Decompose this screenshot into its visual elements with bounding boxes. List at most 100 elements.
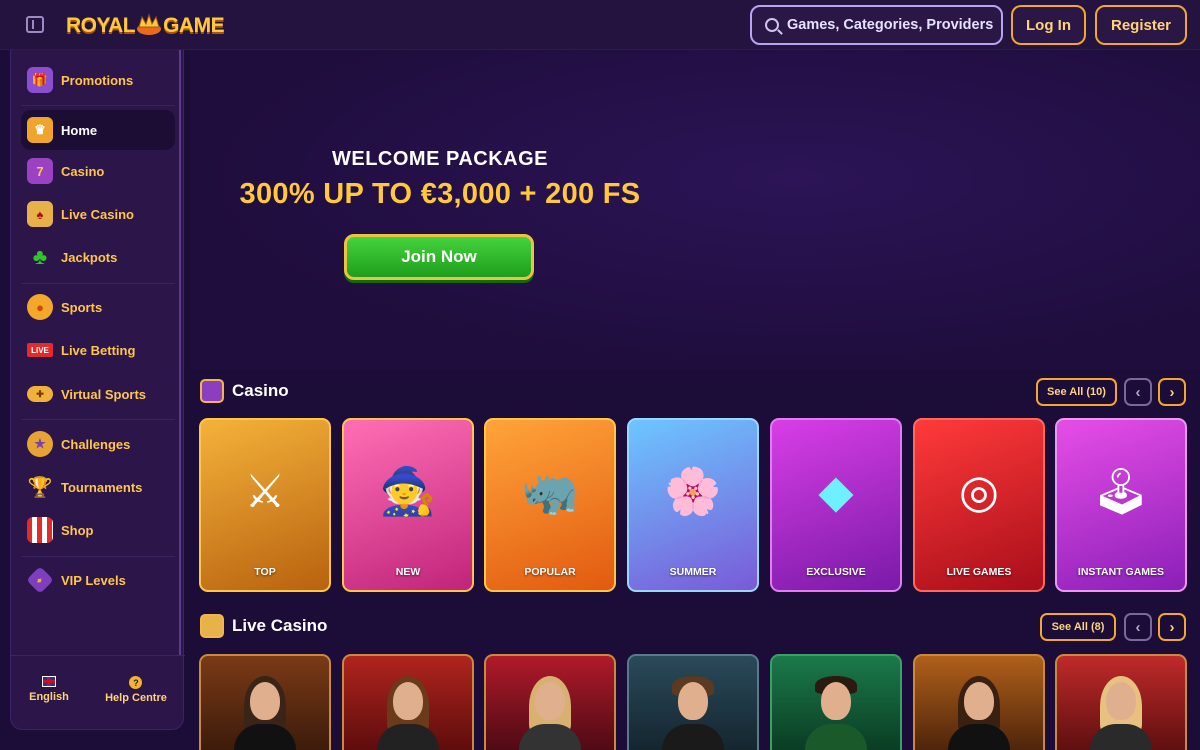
sidebar-item-label: VIP Levels — [61, 572, 126, 588]
section-title: Casino — [232, 381, 289, 400]
category-card-summer[interactable]: 🌸 SUMMER — [627, 418, 759, 592]
join-now-button[interactable]: Join Now — [344, 234, 534, 280]
sidebar-nav: 🎁 Promotions ♛ Home 7 Casino ♠ Live Casi… — [11, 50, 181, 655]
card-label: EXCLUSIVE — [806, 566, 866, 578]
sidebar-item-label: Home — [61, 122, 98, 138]
help-icon: ? — [129, 676, 143, 689]
divider — [21, 283, 175, 284]
live-dealer-card[interactable] — [913, 654, 1045, 750]
banner-title: WELCOME PACKAGE — [331, 148, 548, 170]
card-label: NEW — [395, 566, 421, 578]
category-card-top[interactable]: ⚔ TOP — [199, 418, 331, 592]
sidebar-item-label: Shop — [61, 522, 94, 538]
see-all-label: See All — [1047, 386, 1084, 398]
card-label: INSTANT GAMES — [1077, 566, 1165, 578]
sidebar-item-home[interactable]: ♛ Home — [21, 110, 175, 150]
search-input[interactable] — [787, 17, 997, 33]
search-box[interactable] — [750, 5, 1003, 45]
logo[interactable]: ROYAL GAME — [66, 12, 225, 40]
dealer-image — [805, 674, 867, 750]
card-label: SUMMER — [669, 566, 717, 578]
register-button[interactable]: Register — [1095, 5, 1187, 45]
sidebar-item-live-casino[interactable]: ♠ Live Casino — [21, 194, 175, 234]
sidebar-item-challenges[interactable]: ★ Challenges — [21, 424, 175, 464]
card-label: LIVE GAMES — [946, 566, 1012, 578]
sidebar-toggle-icon[interactable] — [26, 16, 44, 33]
live-dealer-card[interactable] — [342, 654, 474, 750]
sidebar-item-label: Live Betting — [61, 342, 136, 358]
crown-icon — [134, 13, 164, 37]
uk-flag-icon — [41, 676, 56, 687]
chevron-right-icon[interactable]: › — [1158, 613, 1186, 641]
dealer-image — [1090, 674, 1152, 750]
live-dealer-card[interactable] — [770, 654, 902, 750]
sidebar-item-live-betting[interactable]: LIVE Live Betting — [21, 330, 175, 370]
sidebar-item-jackpots[interactable]: ♣ Jackpots — [21, 237, 175, 277]
card-label: TOP — [254, 566, 276, 578]
logo-text-left: ROYAL — [66, 14, 136, 37]
sidebar-item-label: Virtual Sports — [61, 386, 147, 402]
sidebar-item-promotions[interactable]: 🎁 Promotions — [21, 60, 175, 100]
category-card-new[interactable]: 🧙 NEW — [342, 418, 474, 592]
see-all-count: (8) — [1090, 621, 1105, 633]
shop-icon — [27, 517, 53, 543]
login-button[interactable]: Log In — [1011, 5, 1086, 45]
sidebar-item-label: Challenges — [61, 436, 131, 452]
challenges-icon: ★ — [27, 431, 53, 457]
sidebar-item-shop[interactable]: Shop — [21, 510, 175, 550]
slot-machine-icon — [200, 379, 224, 403]
witch-art: 🧙 — [379, 465, 437, 518]
explorer-dwarf-art: ⚔ — [244, 465, 286, 518]
see-all-casino-button[interactable]: See All (10) — [1036, 378, 1117, 406]
language-selector[interactable]: English — [29, 676, 69, 703]
sidebar-item-label: Jackpots — [61, 249, 118, 265]
sidebar-item-label: Casino — [61, 163, 105, 179]
live-dealer-card[interactable] — [1055, 654, 1187, 750]
sidebar-item-sports[interactable]: ● Sports — [21, 287, 175, 327]
sidebar-item-label: Sports — [61, 299, 103, 315]
trophy-icon: 🏆 — [27, 476, 53, 499]
chevron-right-icon[interactable]: › — [1158, 378, 1186, 406]
cards-icon — [200, 614, 224, 638]
help-centre-link[interactable]: ? Help Centre — [105, 676, 167, 704]
sidebar-item-tournaments[interactable]: 🏆 Tournaments — [21, 467, 175, 507]
live-casino-section-header: Live Casino See All (8) ‹ › — [200, 613, 1190, 641]
sidebar-item-casino[interactable]: 7 Casino — [21, 151, 175, 191]
see-all-count: (10) — [1086, 386, 1106, 398]
sidebar-item-label: Promotions — [61, 72, 134, 88]
rhino-art: 🦏 — [521, 465, 579, 518]
welcome-banner: WELCOME PACKAGE 300% UP TO €3,000 + 200 … — [190, 50, 1200, 370]
see-all-label: See All — [1051, 621, 1088, 633]
live-dealer-card[interactable] — [627, 654, 759, 750]
sidebar: 🎁 Promotions ♛ Home 7 Casino ♠ Live Casi… — [10, 50, 185, 730]
sidebar-item-virtual-sports[interactable]: ✚ Virtual Sports — [21, 374, 175, 414]
chevron-left-icon[interactable]: ‹ — [1124, 378, 1152, 406]
chevron-left-icon[interactable]: ‹ — [1124, 613, 1152, 641]
casino-section-header: Casino See All (10) ‹ › — [200, 378, 1190, 406]
category-card-popular[interactable]: 🦏 POPULAR — [484, 418, 616, 592]
home-crown-icon: ♛ — [27, 117, 53, 143]
summer-girl-art: 🌸 — [664, 465, 722, 518]
vip-icon: ♦ — [26, 566, 54, 594]
sidebar-item-vip-levels[interactable]: ♦ VIP Levels — [21, 560, 175, 600]
joystick-art: 🕹 — [1091, 465, 1151, 518]
category-card-instant-games[interactable]: 🕹 INSTANT GAMES — [1055, 418, 1187, 592]
dealer-image — [662, 674, 724, 750]
live-dealer-card[interactable] — [199, 654, 331, 750]
sports-ball-icon: ● — [27, 294, 53, 320]
category-card-exclusive[interactable]: ◆ EXCLUSIVE — [770, 418, 902, 592]
divider — [21, 105, 175, 106]
category-card-live-games[interactable]: ◎ LIVE GAMES — [913, 418, 1045, 592]
see-all-live-casino-button[interactable]: See All (8) — [1040, 613, 1116, 641]
card-label: POPULAR — [524, 566, 576, 578]
live-dealer-card[interactable] — [484, 654, 616, 750]
dealer-image — [948, 674, 1010, 750]
clover-icon: ♣ — [32, 244, 48, 269]
sidebar-item-label: Tournaments — [61, 479, 143, 495]
top-bar: ROYAL GAME Log In Register — [0, 0, 1200, 50]
divider — [21, 556, 175, 557]
search-icon — [765, 18, 779, 32]
roulette-art: ◎ — [958, 465, 1000, 518]
live-badge-icon: LIVE — [27, 343, 53, 357]
slot-machine-icon: 7 — [27, 158, 53, 184]
